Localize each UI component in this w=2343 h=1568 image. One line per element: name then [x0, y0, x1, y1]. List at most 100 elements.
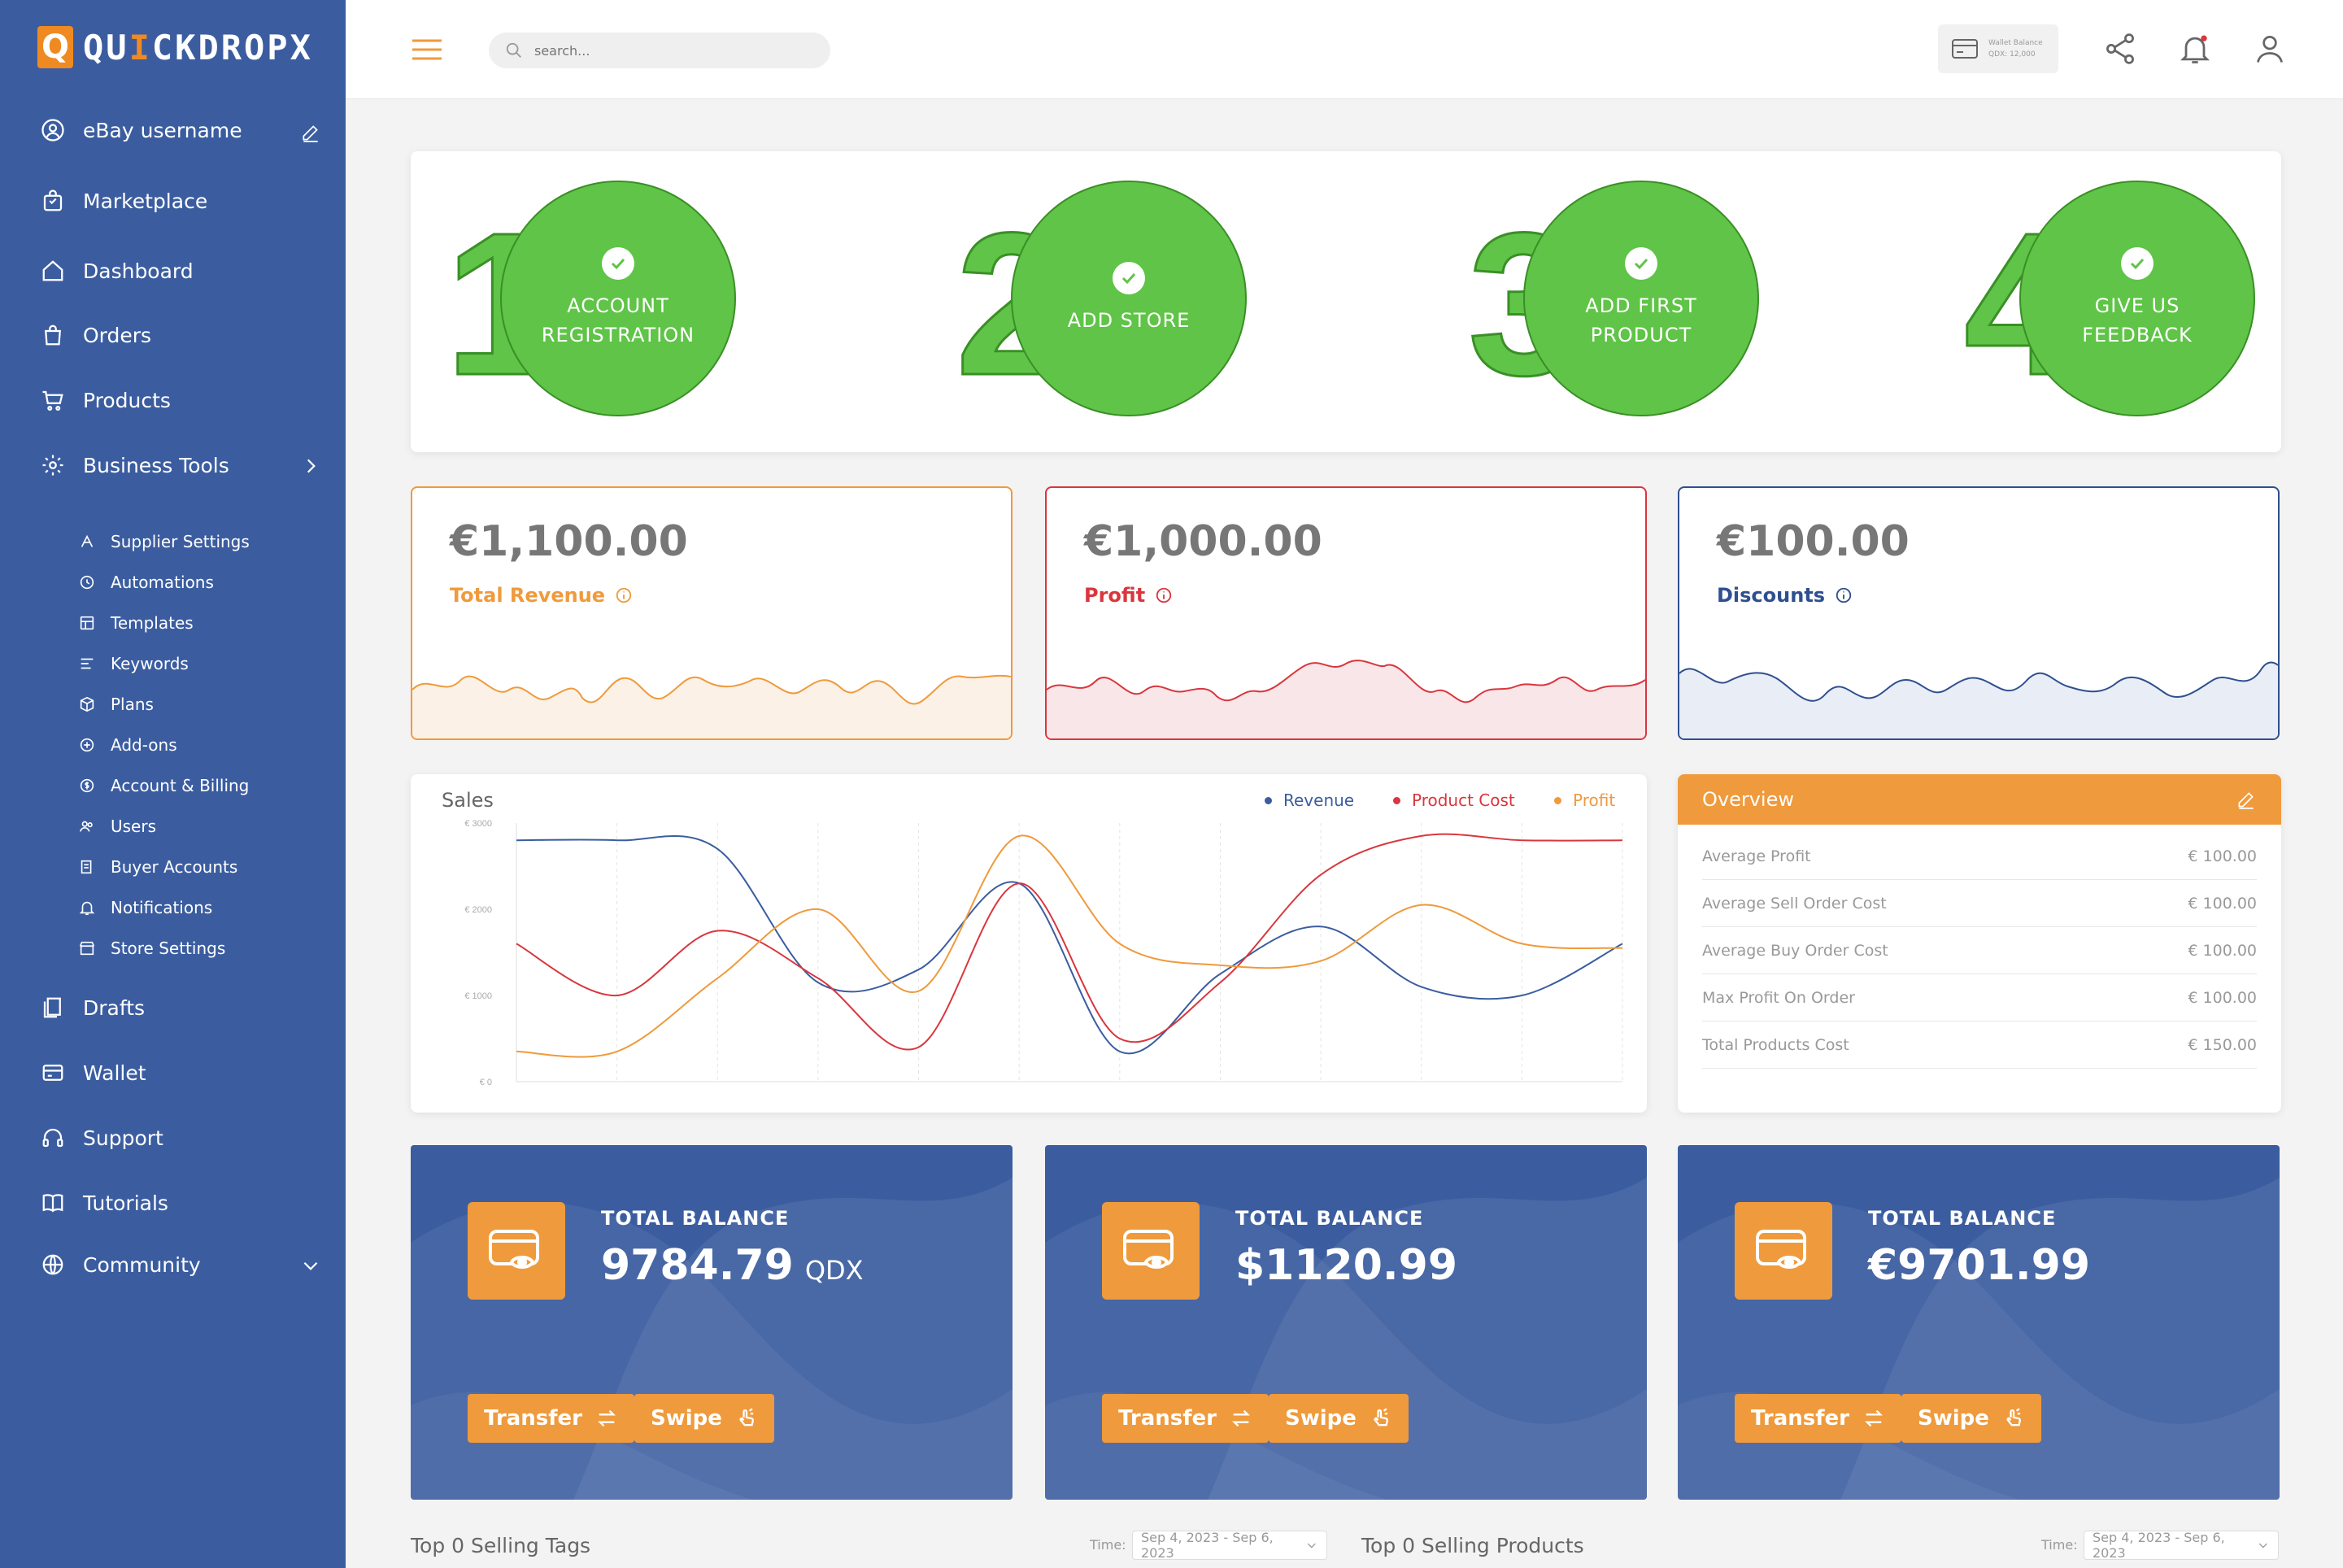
overview-row-label: Total Products Cost — [1702, 1035, 1849, 1054]
sidebar-item-label: Dashboard — [83, 259, 194, 283]
transfer-button[interactable]: Transfer — [1102, 1394, 1269, 1443]
chevron-down-icon — [2259, 1543, 2268, 1548]
template-icon — [80, 616, 94, 630]
balance-card-background — [411, 1178, 1013, 1500]
edit-icon[interactable] — [2236, 789, 2257, 810]
user-icon[interactable] — [2252, 31, 2288, 67]
series-line-profit[interactable] — [516, 834, 1623, 1058]
wallet-icon — [42, 1065, 63, 1081]
info-icon[interactable] — [1835, 586, 1853, 604]
sidebar-subitem-add-ons[interactable]: Add-ons — [78, 735, 177, 755]
overview-row-label: Max Profit On Order — [1702, 988, 1855, 1007]
sidebar-subitem-label: Keywords — [111, 654, 189, 673]
topbar: Wallet Balance QDX: 12,000 — [346, 0, 2343, 99]
store-icon — [79, 941, 95, 956]
tags-date-range-select[interactable]: Sep 4, 2023 - Sep 6, 2023 — [1132, 1530, 1327, 1561]
balance-amount: $1120.99 — [1235, 1241, 1469, 1290]
swipe-button[interactable]: Swipe — [634, 1394, 774, 1443]
swipe-label: Swipe — [651, 1406, 722, 1431]
sidebar-subitem-label: Notifications — [111, 898, 213, 917]
series-line-revenue[interactable] — [516, 834, 1623, 1055]
swipe-button[interactable]: Swipe — [1901, 1394, 2041, 1443]
sidebar-subitem-account-billing[interactable]: Account & Billing — [78, 776, 249, 795]
sidebar-item-label: Tutorials — [83, 1191, 168, 1215]
chevron-down-icon[interactable] — [300, 1255, 321, 1276]
info-icon[interactable] — [1155, 586, 1173, 604]
onboarding-step-2[interactable]: 2ADD STORE — [956, 181, 1248, 416]
sidebar-subitem-label: Plans — [111, 695, 154, 714]
time-label: Time: — [1090, 1537, 1126, 1553]
box-icon — [80, 696, 94, 712]
step-circle: ADD STORE — [1011, 181, 1247, 416]
series-line-product-cost[interactable] — [516, 833, 1623, 1051]
share-icon[interactable] — [2102, 31, 2138, 67]
balance-card: TOTAL BALANCE €9701.99 Transfer Swipe — [1678, 1145, 2280, 1500]
transfer-button[interactable]: Transfer — [468, 1394, 634, 1443]
chevron-right-icon[interactable] — [300, 455, 321, 477]
sidebar-item-support[interactable]: Support — [41, 1126, 163, 1150]
step-circle: ADD FIRST PRODUCT — [1523, 181, 1759, 416]
automation-icon — [80, 575, 94, 590]
onboarding-step-1[interactable]: 1ACCOUNT REGISTRATION — [445, 181, 738, 416]
search-input[interactable] — [534, 42, 811, 59]
bell-icon — [79, 901, 95, 916]
billing-icon — [80, 778, 94, 793]
sidebar-item-wallet[interactable]: Wallet — [41, 1061, 146, 1085]
sidebar-item-orders[interactable]: Orders — [41, 323, 151, 347]
search-bar[interactable] — [489, 33, 830, 68]
sidebar-subitem-keywords[interactable]: Keywords — [78, 654, 189, 673]
addons-icon — [80, 738, 94, 752]
edit-icon[interactable] — [300, 122, 321, 143]
kpi-card-discounts: €100.00 Discounts — [1678, 486, 2280, 740]
logo[interactable]: Q QUICKDROPX — [37, 24, 313, 70]
sidebar-item-business-tools[interactable]: Business Tools — [41, 453, 229, 477]
wallet-value: QDX: 12,000 — [1988, 50, 2036, 59]
drafts-icon — [43, 997, 61, 1018]
search-icon — [506, 42, 521, 58]
sidebar-item-label: Marketplace — [83, 189, 208, 213]
keywords-icon — [81, 658, 94, 669]
sidebar-subitem-label: Templates — [111, 613, 194, 633]
step-circle: GIVE US FEEDBACK — [2019, 181, 2255, 416]
kpi-value: €100.00 — [1717, 517, 1910, 566]
sidebar-item-marketplace[interactable]: Marketplace — [41, 189, 207, 213]
kpi-label-text: Total Revenue — [450, 584, 606, 607]
sidebar-item-products[interactable]: Products — [41, 388, 171, 412]
onboarding-step-3[interactable]: 3ADD FIRST PRODUCT — [1468, 181, 1761, 416]
balance-title: TOTAL BALANCE — [1868, 1207, 2057, 1230]
balance-card: TOTAL BALANCE $1120.99 Transfer Swipe — [1045, 1145, 1647, 1500]
sidebar-user[interactable]: eBay username — [41, 118, 242, 142]
onboarding-step-4[interactable]: 4GIVE US FEEDBACK — [1964, 181, 2257, 416]
sidebar-item-label: Business Tools — [83, 453, 229, 477]
sidebar-item-community[interactable]: Community — [41, 1252, 201, 1277]
sidebar-item-tutorials[interactable]: Tutorials — [41, 1191, 168, 1215]
bell-icon[interactable] — [2177, 31, 2213, 67]
transfer-button[interactable]: Transfer — [1735, 1394, 1901, 1443]
sidebar-subitem-users[interactable]: Users — [78, 817, 156, 836]
sidebar-subitem-templates[interactable]: Templates — [78, 613, 194, 633]
kpi-card-profit: €1,000.00 Profit — [1045, 486, 1647, 740]
overview-row: Average Profit € 100.00 — [1702, 833, 2257, 880]
wallet-balance-chip[interactable]: Wallet Balance QDX: 12,000 — [1938, 24, 2058, 73]
swipe-button[interactable]: Swipe — [1269, 1394, 1409, 1443]
products-date-range-select[interactable]: Sep 4, 2023 - Sep 6, 2023 — [2084, 1530, 2279, 1561]
balance-card-background — [1678, 1178, 2280, 1500]
top-selling-products-title: Top 0 Selling Products — [1361, 1534, 1584, 1557]
sidebar-subitem-plans[interactable]: Plans — [78, 695, 154, 714]
wallet-title: Wallet Balance — [1988, 39, 2043, 47]
sidebar-item-drafts[interactable]: Drafts — [41, 995, 145, 1020]
transfer-arrows-icon — [1232, 1409, 1250, 1427]
sidebar-subitem-buyer-accounts[interactable]: Buyer Accounts — [78, 857, 237, 877]
info-icon[interactable] — [615, 586, 633, 604]
sidebar-item-dashboard[interactable]: Dashboard — [41, 259, 194, 283]
menu-icon[interactable] — [411, 37, 443, 62]
sidebar-subitem-automations[interactable]: Automations — [78, 573, 214, 592]
overview-row-label: Average Buy Order Cost — [1702, 941, 1888, 960]
sidebar-subitem-supplier-settings[interactable]: Supplier Settings — [78, 532, 250, 551]
sidebar-subitem-store-settings[interactable]: Store Settings — [78, 939, 225, 958]
wallet-eye-icon — [1102, 1202, 1200, 1300]
overview-row-value: € 100.00 — [2188, 847, 2257, 865]
sidebar-item-label: Wallet — [83, 1061, 146, 1085]
check-icon — [602, 247, 634, 280]
sidebar-subitem-notifications[interactable]: Notifications — [78, 898, 212, 917]
